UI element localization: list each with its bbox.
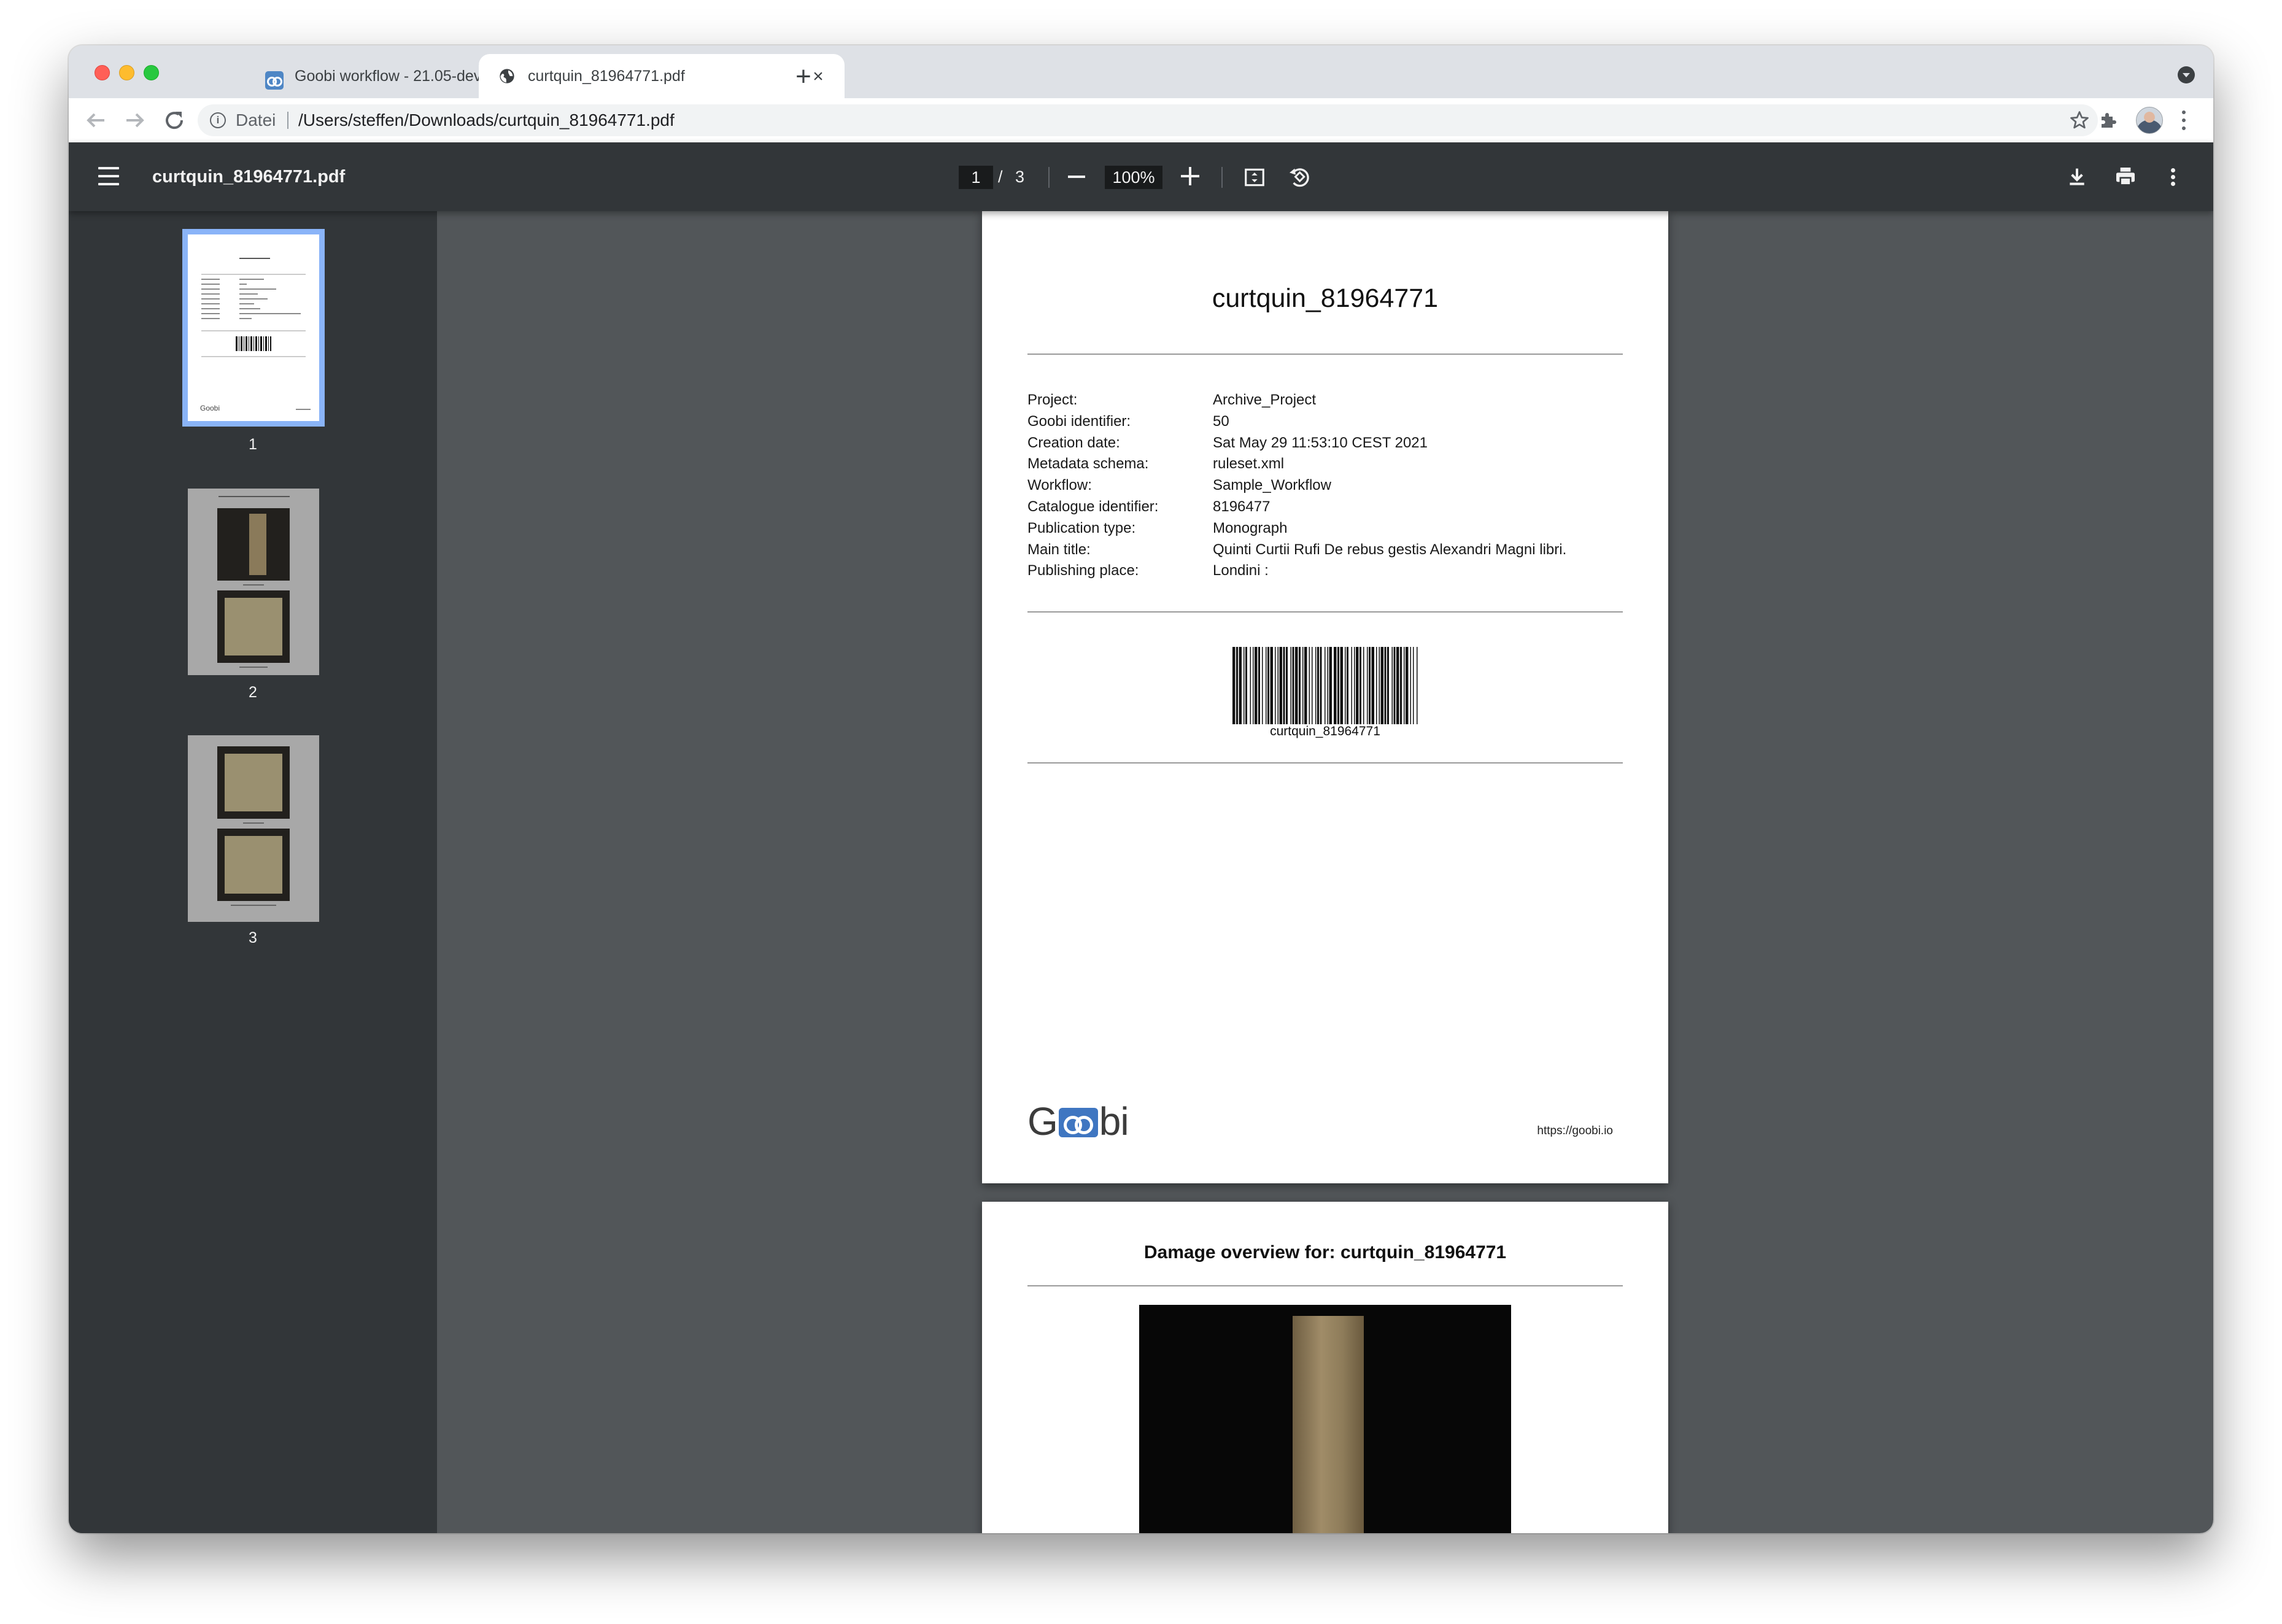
zoom-window-button[interactable] — [144, 65, 159, 80]
thumbnail-label-3: 3 — [249, 929, 257, 946]
pdf-page-2: Damage overview for: curtquin_81964771 — [982, 1202, 1668, 1533]
metadata-key: Workflow: — [1027, 477, 1092, 494]
page-title: curtquin_81964771 — [1212, 284, 1439, 313]
globe-icon — [500, 69, 514, 83]
thumbnail-page-2[interactable] — [188, 489, 319, 675]
profile-avatar[interactable] — [2136, 107, 2163, 134]
metadata-value: 8196477 — [1213, 498, 1271, 515]
document-title: curtquin_81964771.pdf — [152, 167, 346, 187]
damage-photo — [1139, 1305, 1511, 1533]
page-title: Damage overview for: curtquin_81964771 — [1143, 1242, 1507, 1262]
info-icon[interactable]: i — [210, 112, 226, 128]
metadata-value: ruleset.xml — [1213, 455, 1285, 473]
goobi-infinity-icon — [1058, 1108, 1098, 1137]
address-divider — [287, 112, 288, 129]
thumbnail-barcode — [236, 336, 271, 351]
tab-strip: Goobi workflow - 21.05-dev × curtquin_81… — [69, 45, 2213, 98]
barcode — [1232, 647, 1418, 724]
extensions-puzzle-icon[interactable] — [2098, 109, 2120, 131]
metadata-key: Publishing place: — [1027, 562, 1139, 579]
metadata-row: Workflow: Sample_Workflow — [1027, 477, 1623, 499]
sidebar-menu-icon[interactable] — [98, 167, 119, 185]
book-spine-image — [1293, 1316, 1364, 1533]
zoom-out-icon[interactable] — [1068, 176, 1085, 178]
metadata-row: Publishing place: Londini : — [1027, 562, 1623, 584]
more-options-icon[interactable] — [2168, 164, 2178, 189]
download-icon[interactable] — [2065, 164, 2089, 189]
thumbnail-page-1[interactable]: Goobi — [182, 229, 325, 427]
tab-title: curtquin_81964771.pdf — [528, 68, 685, 85]
toolbar-divider — [1221, 167, 1223, 188]
thumbnail-label-1: 1 — [249, 436, 257, 453]
goobi-logo: Gbi — [1027, 1099, 1129, 1143]
tab-search-icon[interactable] — [2178, 66, 2195, 83]
zoom-input[interactable]: 100% — [1105, 166, 1162, 189]
page-number-input[interactable]: 1 — [959, 166, 993, 189]
metadata-key: Project: — [1027, 392, 1078, 408]
tab-title: Goobi workflow - 21.05-dev — [295, 68, 482, 85]
close-window-button[interactable] — [95, 65, 110, 80]
metadata-row: Catalogue identifier: 8196477 — [1027, 498, 1623, 520]
divider — [1027, 354, 1623, 355]
forward-arrow-icon[interactable] — [120, 106, 150, 135]
metadata-row: Main title: Quinti Curtii Rufi De rebus g… — [1027, 541, 1623, 563]
metadata-row: Metadata schema: ruleset.xml — [1027, 455, 1623, 478]
metadata-value: 50 — [1213, 412, 1229, 430]
browser-menu-icon[interactable] — [2178, 107, 2190, 134]
browser-toolbar: i Datei /Users/steffen/Downloads/curtqui… — [69, 98, 2213, 142]
thumbnail-logo: Goobi — [200, 404, 220, 412]
bookmark-star-icon[interactable] — [2068, 109, 2091, 131]
divider — [1027, 762, 1623, 764]
metadata-row: Goobi identifier: 50 — [1027, 413, 1623, 435]
browser-window: Goobi workflow - 21.05-dev × curtquin_81… — [69, 45, 2213, 1533]
divider — [1027, 1285, 1623, 1286]
goobi-favicon-icon — [265, 71, 284, 90]
page-total: 3 — [1015, 168, 1025, 186]
metadata-row: Creation date: Sat May 29 11:53:10 CEST 2… — [1027, 435, 1623, 457]
zoom-in-icon[interactable] — [1181, 167, 1199, 185]
divider — [1027, 611, 1623, 613]
metadata-key: Goobi identifier: — [1027, 412, 1131, 430]
metadata-key: Metadata schema: — [1027, 455, 1149, 473]
document-area[interactable]: curtquin_81964771 Project: Archive_Projec… — [437, 211, 2213, 1533]
barcode-label: curtquin_81964771 — [1270, 724, 1380, 738]
metadata-value: Londini : — [1213, 562, 1269, 579]
metadata-row: Publication type: Monograph — [1027, 520, 1623, 542]
metadata-key: Creation date: — [1027, 434, 1120, 451]
metadata-row: Project: Archive_Project — [1027, 392, 1623, 414]
metadata-value: Monograph — [1213, 519, 1288, 536]
new-tab-button[interactable]: + — [787, 60, 820, 93]
scheme-label: Datei — [236, 110, 276, 130]
url-text[interactable]: /Users/steffen/Downloads/curtquin_819647… — [298, 104, 675, 136]
metadata-value: Archive_Project — [1213, 392, 1317, 408]
page-separator: / — [998, 168, 1003, 186]
thumbnail-label-2: 2 — [249, 684, 257, 701]
pdf-toolbar: curtquin_81964771.pdf 1 / 3 100% — [69, 142, 2213, 211]
reload-icon[interactable] — [160, 106, 189, 135]
pdf-page-1: curtquin_81964771 Project: Archive_Projec… — [982, 211, 1668, 1183]
minimize-window-button[interactable] — [119, 65, 134, 80]
address-bar[interactable]: i Datei /Users/steffen/Downloads/curtqui… — [198, 104, 2098, 136]
goobi-url: https://goobi.io — [1537, 1124, 1613, 1137]
rotate-counterclockwise-icon[interactable] — [1286, 164, 1311, 189]
metadata-value: Sat May 29 11:53:10 CEST 2021 — [1213, 434, 1428, 451]
thumbnail-page-3[interactable] — [188, 735, 319, 922]
toolbar-divider — [1048, 167, 1050, 188]
metadata-key: Publication type: — [1027, 519, 1136, 536]
metadata-key: Catalogue identifier: — [1027, 498, 1159, 515]
back-arrow-icon[interactable] — [81, 106, 110, 135]
thumbnail-sidebar: Goobi 1 2 3 — [69, 211, 437, 1533]
fit-to-page-icon[interactable] — [1242, 166, 1267, 189]
metadata-key: Main title: — [1027, 541, 1091, 558]
pdf-viewer: curtquin_81964771.pdf 1 / 3 100% Goobi 1… — [69, 142, 2213, 1533]
metadata-value: Quinti Curtii Rufi De rebus gestis Alexa… — [1213, 541, 1567, 558]
print-icon[interactable] — [2113, 164, 2138, 189]
metadata-value: Sample_Workflow — [1213, 477, 1331, 494]
